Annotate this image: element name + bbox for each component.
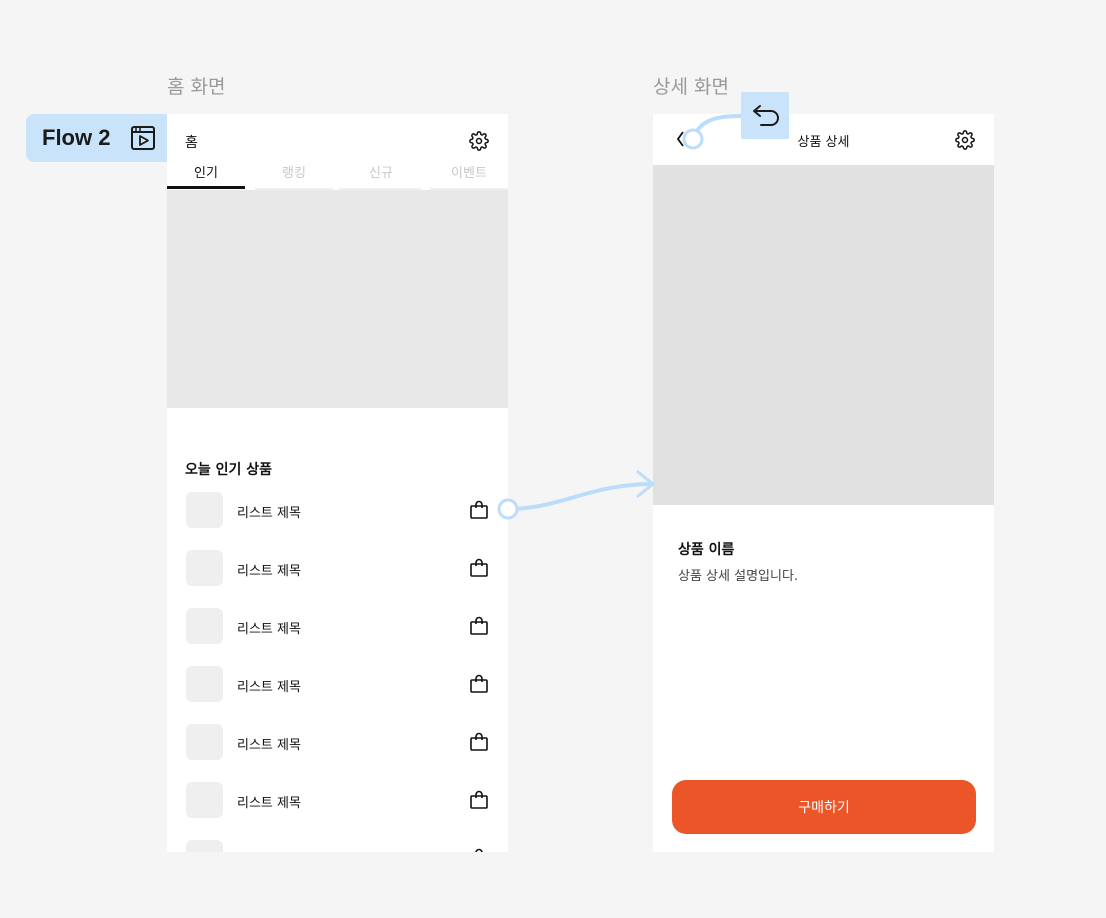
shopping-bag-icon[interactable] — [469, 500, 489, 524]
product-image — [653, 165, 994, 505]
active-tab-indicator — [167, 186, 245, 189]
settings-gear-icon[interactable] — [955, 130, 975, 154]
list-item[interactable]: 리스트 제목 — [167, 782, 508, 820]
list-thumbnail — [186, 492, 223, 528]
list-thumbnail — [186, 782, 223, 818]
list-item[interactable]: 리스트 제목 — [167, 724, 508, 762]
detail-frame-label: 상세 화면 — [653, 76, 729, 98]
list-item-title: 리스트 제목 — [237, 796, 301, 811]
list-thumbnail — [186, 840, 223, 852]
tab-popular[interactable]: 인기 — [167, 162, 245, 189]
shopping-bag-icon[interactable] — [469, 790, 489, 814]
back-arrow-icon — [753, 105, 779, 126]
tab-ranking[interactable]: 랭킹 — [255, 162, 333, 189]
detail-title: 상품 상세 — [797, 135, 850, 150]
product-name: 상품 이름 — [678, 542, 735, 558]
flow-badge[interactable]: Flow 2 — [26, 114, 168, 162]
list-item-title: 리스트 제목 — [237, 506, 301, 521]
shopping-bag-icon[interactable] — [469, 558, 489, 582]
list-item-title: 리스트 제목 — [237, 738, 301, 753]
flow-play-icon — [130, 125, 156, 157]
home-frame-label: 홈 화면 — [167, 76, 226, 98]
home-title: 홈 — [185, 135, 198, 151]
list-item-title: 리스트 제목 — [237, 680, 301, 695]
home-screen: 홈 인기 랭킹 신규 이벤트 오늘 인기 상품 리스트 제목 리스트 제목 리스… — [167, 114, 508, 852]
list-item[interactable]: 리스트 제목 — [167, 492, 508, 530]
list-thumbnail — [186, 608, 223, 644]
detail-screen: 상품 상세 상품 이름 상품 상세 설명입니다. 구매하기 — [653, 114, 994, 852]
list-thumbnail — [186, 666, 223, 702]
shopping-bag-icon[interactable] — [469, 732, 489, 756]
back-action-flag[interactable] — [741, 92, 789, 139]
tab-event[interactable]: 이벤트 — [430, 162, 508, 189]
list-item[interactable] — [167, 840, 508, 852]
flow-arrow-head — [636, 470, 656, 498]
list-item[interactable]: 리스트 제목 — [167, 608, 508, 646]
product-description: 상품 상세 설명입니다. — [678, 569, 799, 584]
shopping-bag-icon[interactable] — [469, 616, 489, 640]
list-thumbnail — [186, 724, 223, 760]
shopping-bag-icon[interactable] — [469, 848, 489, 852]
flow-label: Flow 2 — [42, 125, 111, 150]
list-item[interactable]: 리스트 제목 — [167, 666, 508, 704]
flow-connector-line — [507, 482, 653, 511]
buy-button[interactable]: 구매하기 — [672, 780, 976, 834]
shopping-bag-icon[interactable] — [469, 674, 489, 698]
list-thumbnail — [186, 550, 223, 586]
list-item-title: 리스트 제목 — [237, 564, 301, 579]
section-title: 오늘 인기 상품 — [185, 462, 273, 478]
list-item-title: 리스트 제목 — [237, 622, 301, 637]
banner-image[interactable] — [167, 190, 508, 408]
tab-bar: 인기 랭킹 신규 이벤트 — [167, 162, 508, 189]
tab-new[interactable]: 신규 — [342, 162, 420, 189]
list-item[interactable]: 리스트 제목 — [167, 550, 508, 588]
settings-gear-icon[interactable] — [469, 131, 489, 155]
